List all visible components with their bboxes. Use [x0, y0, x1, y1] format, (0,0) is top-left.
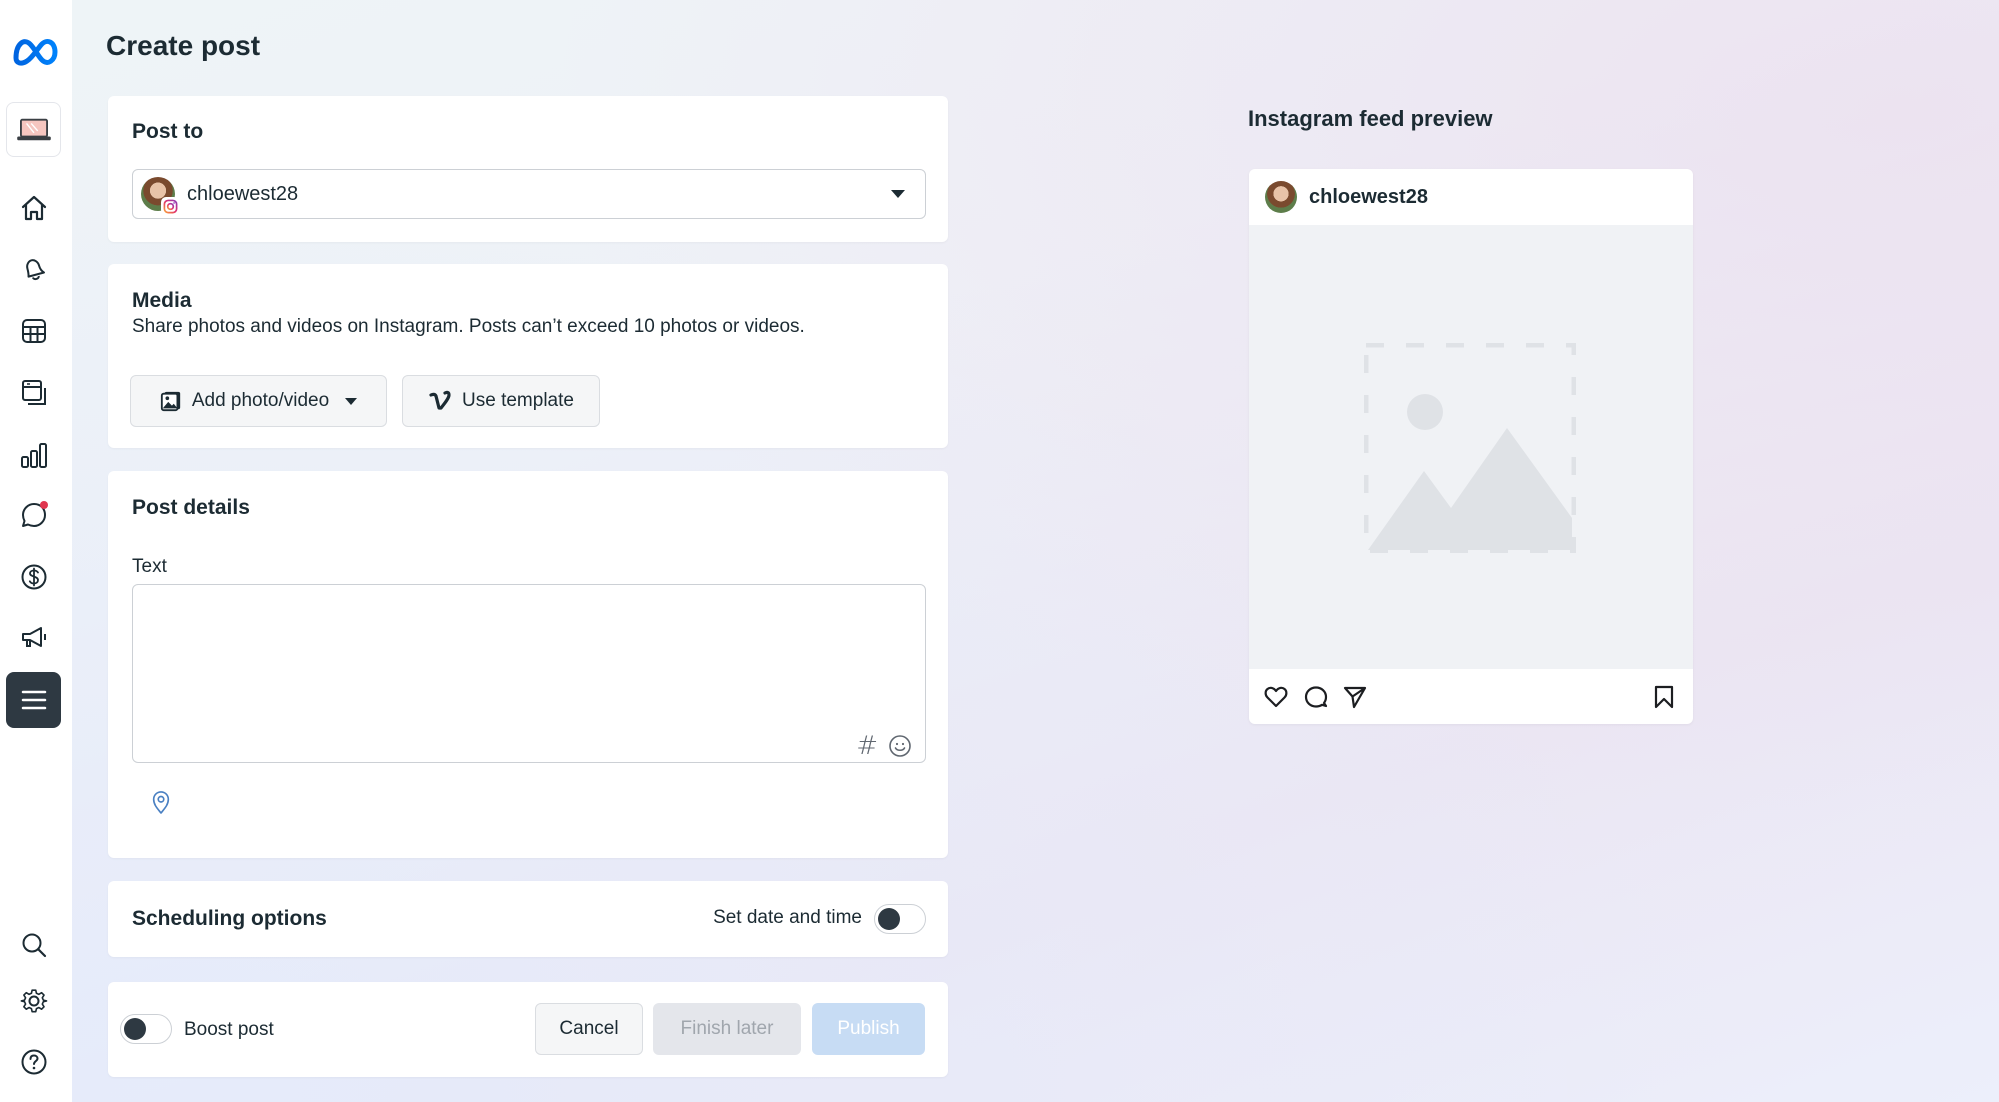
set-date-time-label: Set date and time: [713, 907, 862, 928]
sidebar-item-planner[interactable]: [12, 309, 56, 353]
help-icon: [21, 1049, 47, 1075]
toggle-knob: [124, 1018, 146, 1040]
bell-icon: [26, 259, 45, 281]
sidebar-item-search[interactable]: [12, 923, 56, 967]
account-select[interactable]: chloewest28: [132, 169, 926, 219]
hashtag-icon[interactable]: #: [856, 733, 878, 759]
menu-icon: [21, 690, 46, 710]
laptop-icon: [16, 118, 51, 140]
sidebar-item-ads[interactable]: [12, 615, 56, 659]
boost-post-label: Boost post: [184, 1019, 274, 1040]
photo-icon: [160, 391, 180, 412]
post-details-title: Post details: [132, 496, 250, 519]
bar-chart-icon: [21, 443, 47, 468]
sidebar-item-insights[interactable]: [12, 433, 56, 477]
preview-avatar: [1265, 181, 1297, 213]
preview-actions: [1249, 669, 1693, 724]
sidebar-item-all-tools[interactable]: [6, 672, 61, 728]
page-title: Create post: [106, 30, 261, 61]
notification-badge: [40, 501, 48, 509]
account-avatar: [141, 177, 179, 215]
gear-icon: [20, 989, 48, 1013]
sidebar-item-settings[interactable]: [12, 979, 56, 1023]
dollar-icon: [21, 564, 47, 590]
sidebar-item-monetization[interactable]: [12, 555, 56, 599]
preview-image-placeholder: [1249, 225, 1693, 669]
add-photo-video-label: Add photo/video: [191, 390, 330, 411]
location-pin-icon[interactable]: [150, 789, 172, 820]
toggle-knob: [878, 908, 900, 930]
sidebar-item-business-suite[interactable]: [6, 102, 61, 157]
media-card: Media Share photos and videos on Instagr…: [108, 264, 948, 448]
meta-logo-icon[interactable]: [10, 30, 60, 70]
chevron-down-icon: [345, 397, 358, 405]
use-template-label: Use template: [462, 390, 574, 411]
cancel-button[interactable]: Cancel: [535, 1003, 643, 1055]
image-placeholder-icon: [1364, 343, 1576, 553]
selected-account: chloewest28: [187, 182, 299, 205]
pages-icon: [22, 380, 46, 405]
megaphone-icon: [22, 627, 46, 647]
comment-icon[interactable]: [1303, 684, 1329, 715]
actions-card: Boost post Cancel Finish later Publish: [108, 982, 948, 1077]
post-details-card: Post details Text #: [108, 471, 948, 858]
preview-header: chloewest28: [1249, 169, 1693, 225]
sidebar-item-content[interactable]: [12, 370, 56, 414]
add-photo-video-button[interactable]: Add photo/video: [130, 375, 387, 427]
instagram-preview-card: chloewest28: [1249, 169, 1693, 724]
preview-title: Instagram feed preview: [1248, 106, 1493, 131]
boost-post-toggle[interactable]: [120, 1014, 172, 1044]
textarea-tools: #: [856, 733, 912, 759]
media-description: Share photos and videos on Instagram. Po…: [132, 316, 805, 337]
post-to-card: Post to chloewest28: [108, 96, 948, 242]
home-icon: [21, 195, 47, 221]
scheduling-title: Scheduling options: [132, 907, 327, 930]
sidebar-item-inbox[interactable]: [12, 493, 56, 537]
share-icon[interactable]: [1342, 684, 1368, 715]
chevron-down-icon: [891, 190, 905, 198]
instagram-icon: [161, 197, 179, 215]
media-title: Media: [132, 289, 192, 312]
sidebar-item-home[interactable]: [12, 186, 56, 230]
publish-button[interactable]: Publish: [812, 1003, 925, 1055]
sidebar-item-notifications[interactable]: [12, 248, 56, 292]
set-date-time-toggle[interactable]: [874, 904, 926, 934]
post-text-input[interactable]: [132, 584, 926, 763]
use-template-button[interactable]: Use template: [402, 375, 600, 427]
scheduling-card: Scheduling options Set date and time: [108, 881, 948, 957]
heart-icon[interactable]: [1263, 684, 1289, 715]
sidebar-item-help[interactable]: [12, 1040, 56, 1084]
text-label: Text: [132, 556, 167, 577]
bookmark-icon[interactable]: [1651, 684, 1677, 715]
grid-icon: [22, 319, 46, 343]
post-to-title: Post to: [132, 120, 204, 143]
preview-username: chloewest28: [1309, 185, 1428, 208]
sidebar: [0, 0, 72, 1102]
search-icon: [22, 933, 47, 958]
finish-later-button[interactable]: Finish later: [653, 1003, 801, 1055]
emoji-icon[interactable]: [888, 734, 912, 758]
template-icon: [429, 390, 451, 410]
